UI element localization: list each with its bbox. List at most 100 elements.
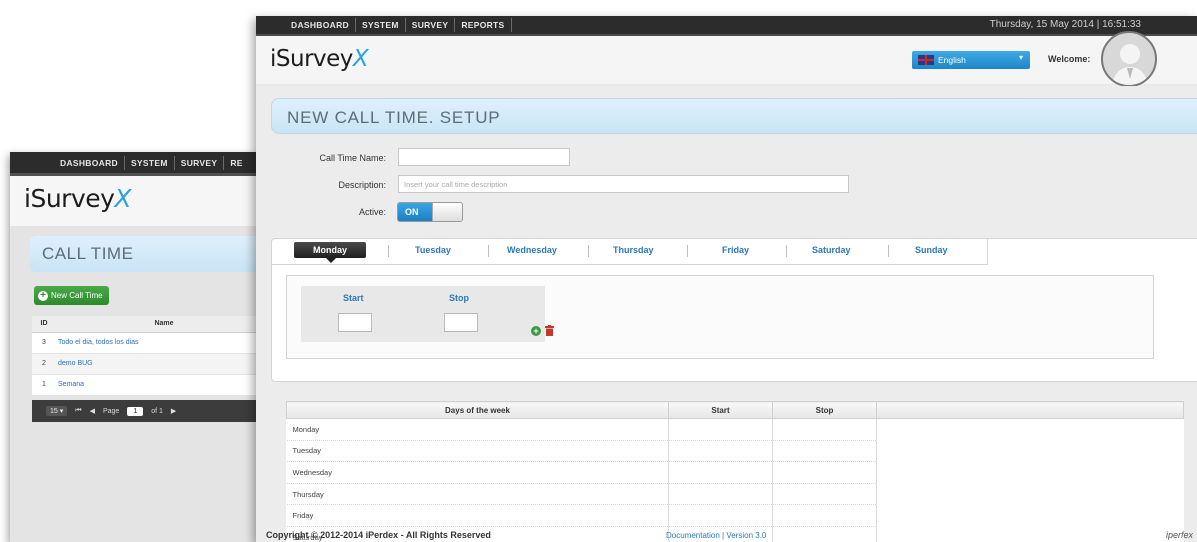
column-header-stop: Stop	[772, 401, 877, 419]
tab-saturday[interactable]: Saturday	[812, 245, 851, 255]
column-header-start: Start	[668, 401, 773, 419]
page-count: of 1	[151, 407, 163, 415]
row-name-link[interactable]: demo BUG	[56, 353, 260, 375]
column-header-empty	[876, 401, 1184, 419]
table-row[interactable]: 3 Todo el dia, todos los dias	[32, 332, 260, 354]
start-cell	[668, 418, 773, 441]
iperfex-logo: iperfex	[1165, 530, 1193, 540]
tab-divider	[588, 245, 589, 257]
toggle-on-label: ON	[398, 203, 432, 221]
description-label: Description:	[338, 180, 386, 190]
new-call-time-button[interactable]: + New Call Time	[34, 286, 109, 305]
day-cell: Wednesday	[286, 461, 669, 484]
first-page-icon[interactable]: ⏮	[75, 407, 81, 415]
stop-label: Stop	[449, 293, 469, 303]
start-cell	[668, 483, 773, 506]
call-time-name-input[interactable]	[398, 148, 570, 166]
copyright-text: Copyright © 2012-2014 iPerdex - All Righ…	[266, 530, 491, 540]
table-row[interactable]: Monday	[286, 418, 1184, 441]
day-cell: Tuesday	[286, 440, 669, 463]
table-row[interactable]: Tuesday	[286, 440, 1184, 463]
new-call-time-label: New Call Time	[51, 291, 103, 300]
filler-cell	[876, 440, 1184, 462]
day-cell: Thursday	[286, 483, 669, 506]
menu-dashboard[interactable]: DASHBOARD	[54, 155, 125, 170]
table-row[interactable]: 1 Semana	[32, 374, 260, 396]
schedule-panel: Monday Tuesday Wednesday Thursday Friday…	[271, 238, 1197, 382]
back-top-menu: DASHBOARD SYSTEM SURVEY RE	[10, 152, 260, 176]
tab-tuesday[interactable]: Tuesday	[415, 245, 451, 255]
row-name-link[interactable]: Semana	[56, 374, 260, 396]
table-row[interactable]: Friday	[286, 504, 1184, 527]
main-content: NEW CALL TIME. SETUP Call Time Name: Des…	[256, 86, 1197, 542]
stop-time-input[interactable]	[444, 313, 478, 332]
menu-reports[interactable]: REPORTS	[455, 18, 512, 32]
tab-monday[interactable]: Monday	[294, 242, 366, 263]
day-cell: Monday	[286, 418, 669, 441]
add-time-icon[interactable]: +	[531, 326, 541, 336]
row-id: 3	[32, 332, 56, 354]
stop-cell	[772, 483, 877, 506]
tab-thursday[interactable]: Thursday	[613, 245, 654, 255]
setup-panel-header: NEW CALL TIME. SETUP	[271, 98, 1197, 134]
start-label: Start	[343, 293, 364, 303]
days-of-week-table: Days of the week Start Stop Monday Tuesd…	[286, 401, 1184, 542]
back-header: iSurveyX	[10, 176, 260, 226]
column-header-id[interactable]: ID	[32, 316, 56, 333]
chevron-down-icon: ▾	[1018, 53, 1023, 62]
menu-survey[interactable]: SURVEY	[175, 155, 225, 170]
menu-system[interactable]: SYSTEM	[125, 155, 175, 170]
table-row[interactable]: Thursday	[286, 483, 1184, 506]
page-number-input[interactable]: 1	[127, 406, 144, 416]
row-id: 2	[32, 353, 56, 375]
table-row[interactable]: 2 demo BUG	[32, 353, 260, 375]
menu-reports[interactable]: RE	[224, 156, 248, 170]
active-label: Active:	[358, 207, 386, 217]
description-input[interactable]: Insert your call time description	[398, 175, 849, 193]
pager: 15 ▾ ⏮ ◀ Page 1 of 1 ▶	[32, 400, 260, 422]
call-time-name-label: Call Time Name:	[319, 153, 386, 163]
trash-icon[interactable]	[545, 325, 554, 336]
start-time-input[interactable]	[338, 313, 372, 332]
start-cell	[668, 440, 773, 463]
new-call-time-setup-window: DASHBOARD SYSTEM SURVEY REPORTS Thursday…	[256, 16, 1197, 542]
tab-sunday[interactable]: Sunday	[915, 245, 948, 255]
plus-icon: +	[38, 290, 48, 301]
column-header-days: Days of the week	[286, 401, 669, 419]
row-name-link[interactable]: Todo el dia, todos los dias	[56, 332, 260, 354]
prev-page-icon[interactable]: ◀	[90, 407, 95, 415]
tab-divider	[786, 245, 787, 257]
filler-cell	[876, 504, 1184, 527]
language-select[interactable]: English ▾	[912, 51, 1030, 69]
menu-system[interactable]: SYSTEM	[356, 18, 406, 32]
page-label: Page	[102, 407, 120, 415]
day-tabs: Monday Tuesday Wednesday Thursday Friday…	[272, 239, 988, 265]
page-title: NEW CALL TIME. SETUP	[287, 108, 501, 127]
next-page-icon[interactable]: ▶	[171, 407, 176, 415]
documentation-link[interactable]: Documentation | Version 3.0	[666, 531, 766, 540]
top-menu: DASHBOARD SYSTEM SURVEY REPORTS Thursday…	[256, 16, 1197, 36]
avatar[interactable]	[1101, 31, 1157, 87]
user-silhouette-icon	[1111, 44, 1149, 85]
active-toggle[interactable]: ON	[397, 202, 463, 222]
tab-wednesday[interactable]: Wednesday	[507, 245, 557, 255]
start-cell	[668, 504, 773, 527]
call-time-list-window: DASHBOARD SYSTEM SURVEY RE iSurveyX CALL…	[10, 152, 260, 542]
screenshot-stage: DASHBOARD SYSTEM SURVEY RE iSurveyX CALL…	[0, 0, 1197, 542]
filler-cell	[876, 461, 1184, 484]
call-time-table: ID Name 3 Todo el dia, todos los dias 2 …	[32, 316, 260, 396]
menu-survey[interactable]: SURVEY	[406, 18, 456, 32]
time-range-editor: Start Stop +	[301, 286, 554, 342]
stop-cell	[772, 418, 877, 441]
tab-friday[interactable]: Friday	[722, 245, 749, 255]
toggle-knob	[432, 203, 462, 221]
page-size-select[interactable]: 15 ▾	[46, 406, 68, 416]
row-id: 1	[32, 374, 56, 396]
table-row[interactable]: Wednesday	[286, 461, 1184, 484]
menu-dashboard[interactable]: DASHBOARD	[285, 18, 356, 32]
stop-cell	[772, 461, 877, 484]
stop-cell	[772, 440, 877, 463]
isurveyx-logo[interactable]: iSurveyX	[270, 46, 369, 72]
isurveyx-logo[interactable]: iSurveyX	[24, 184, 132, 213]
column-header-name[interactable]: Name	[56, 316, 260, 333]
